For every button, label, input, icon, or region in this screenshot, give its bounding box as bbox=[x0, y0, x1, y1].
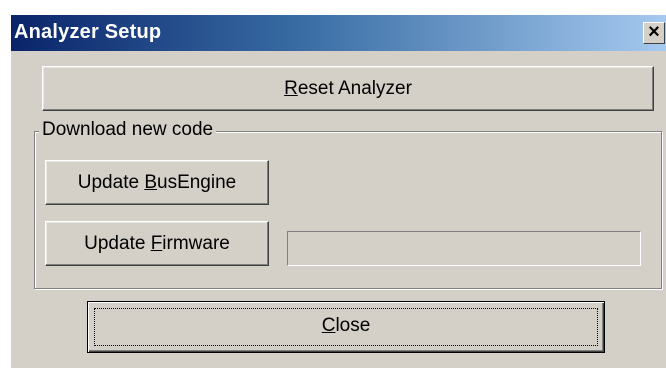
update-firmware-button[interactable]: Update Firmware bbox=[45, 221, 269, 266]
update-busengine-label: Update BusEngine bbox=[77, 172, 237, 193]
group-label: Download new code bbox=[39, 119, 217, 141]
analyzer-setup-dialog: Analyzer Setup × Reset Analyzer Download… bbox=[10, 14, 666, 368]
reset-analyzer-label: Reset Analyzer bbox=[284, 78, 412, 99]
update-progress-bar bbox=[287, 231, 641, 266]
close-icon[interactable]: × bbox=[643, 22, 665, 44]
close-button[interactable]: Close bbox=[87, 301, 605, 353]
title-bar[interactable]: Analyzer Setup × bbox=[11, 15, 666, 51]
window-title: Analyzer Setup bbox=[14, 21, 162, 43]
reset-analyzer-button[interactable]: Reset Analyzer bbox=[42, 66, 654, 111]
update-firmware-label: Update Firmware bbox=[84, 233, 230, 254]
update-busengine-button[interactable]: Update BusEngine bbox=[45, 160, 269, 205]
close-label: Close bbox=[321, 315, 371, 336]
